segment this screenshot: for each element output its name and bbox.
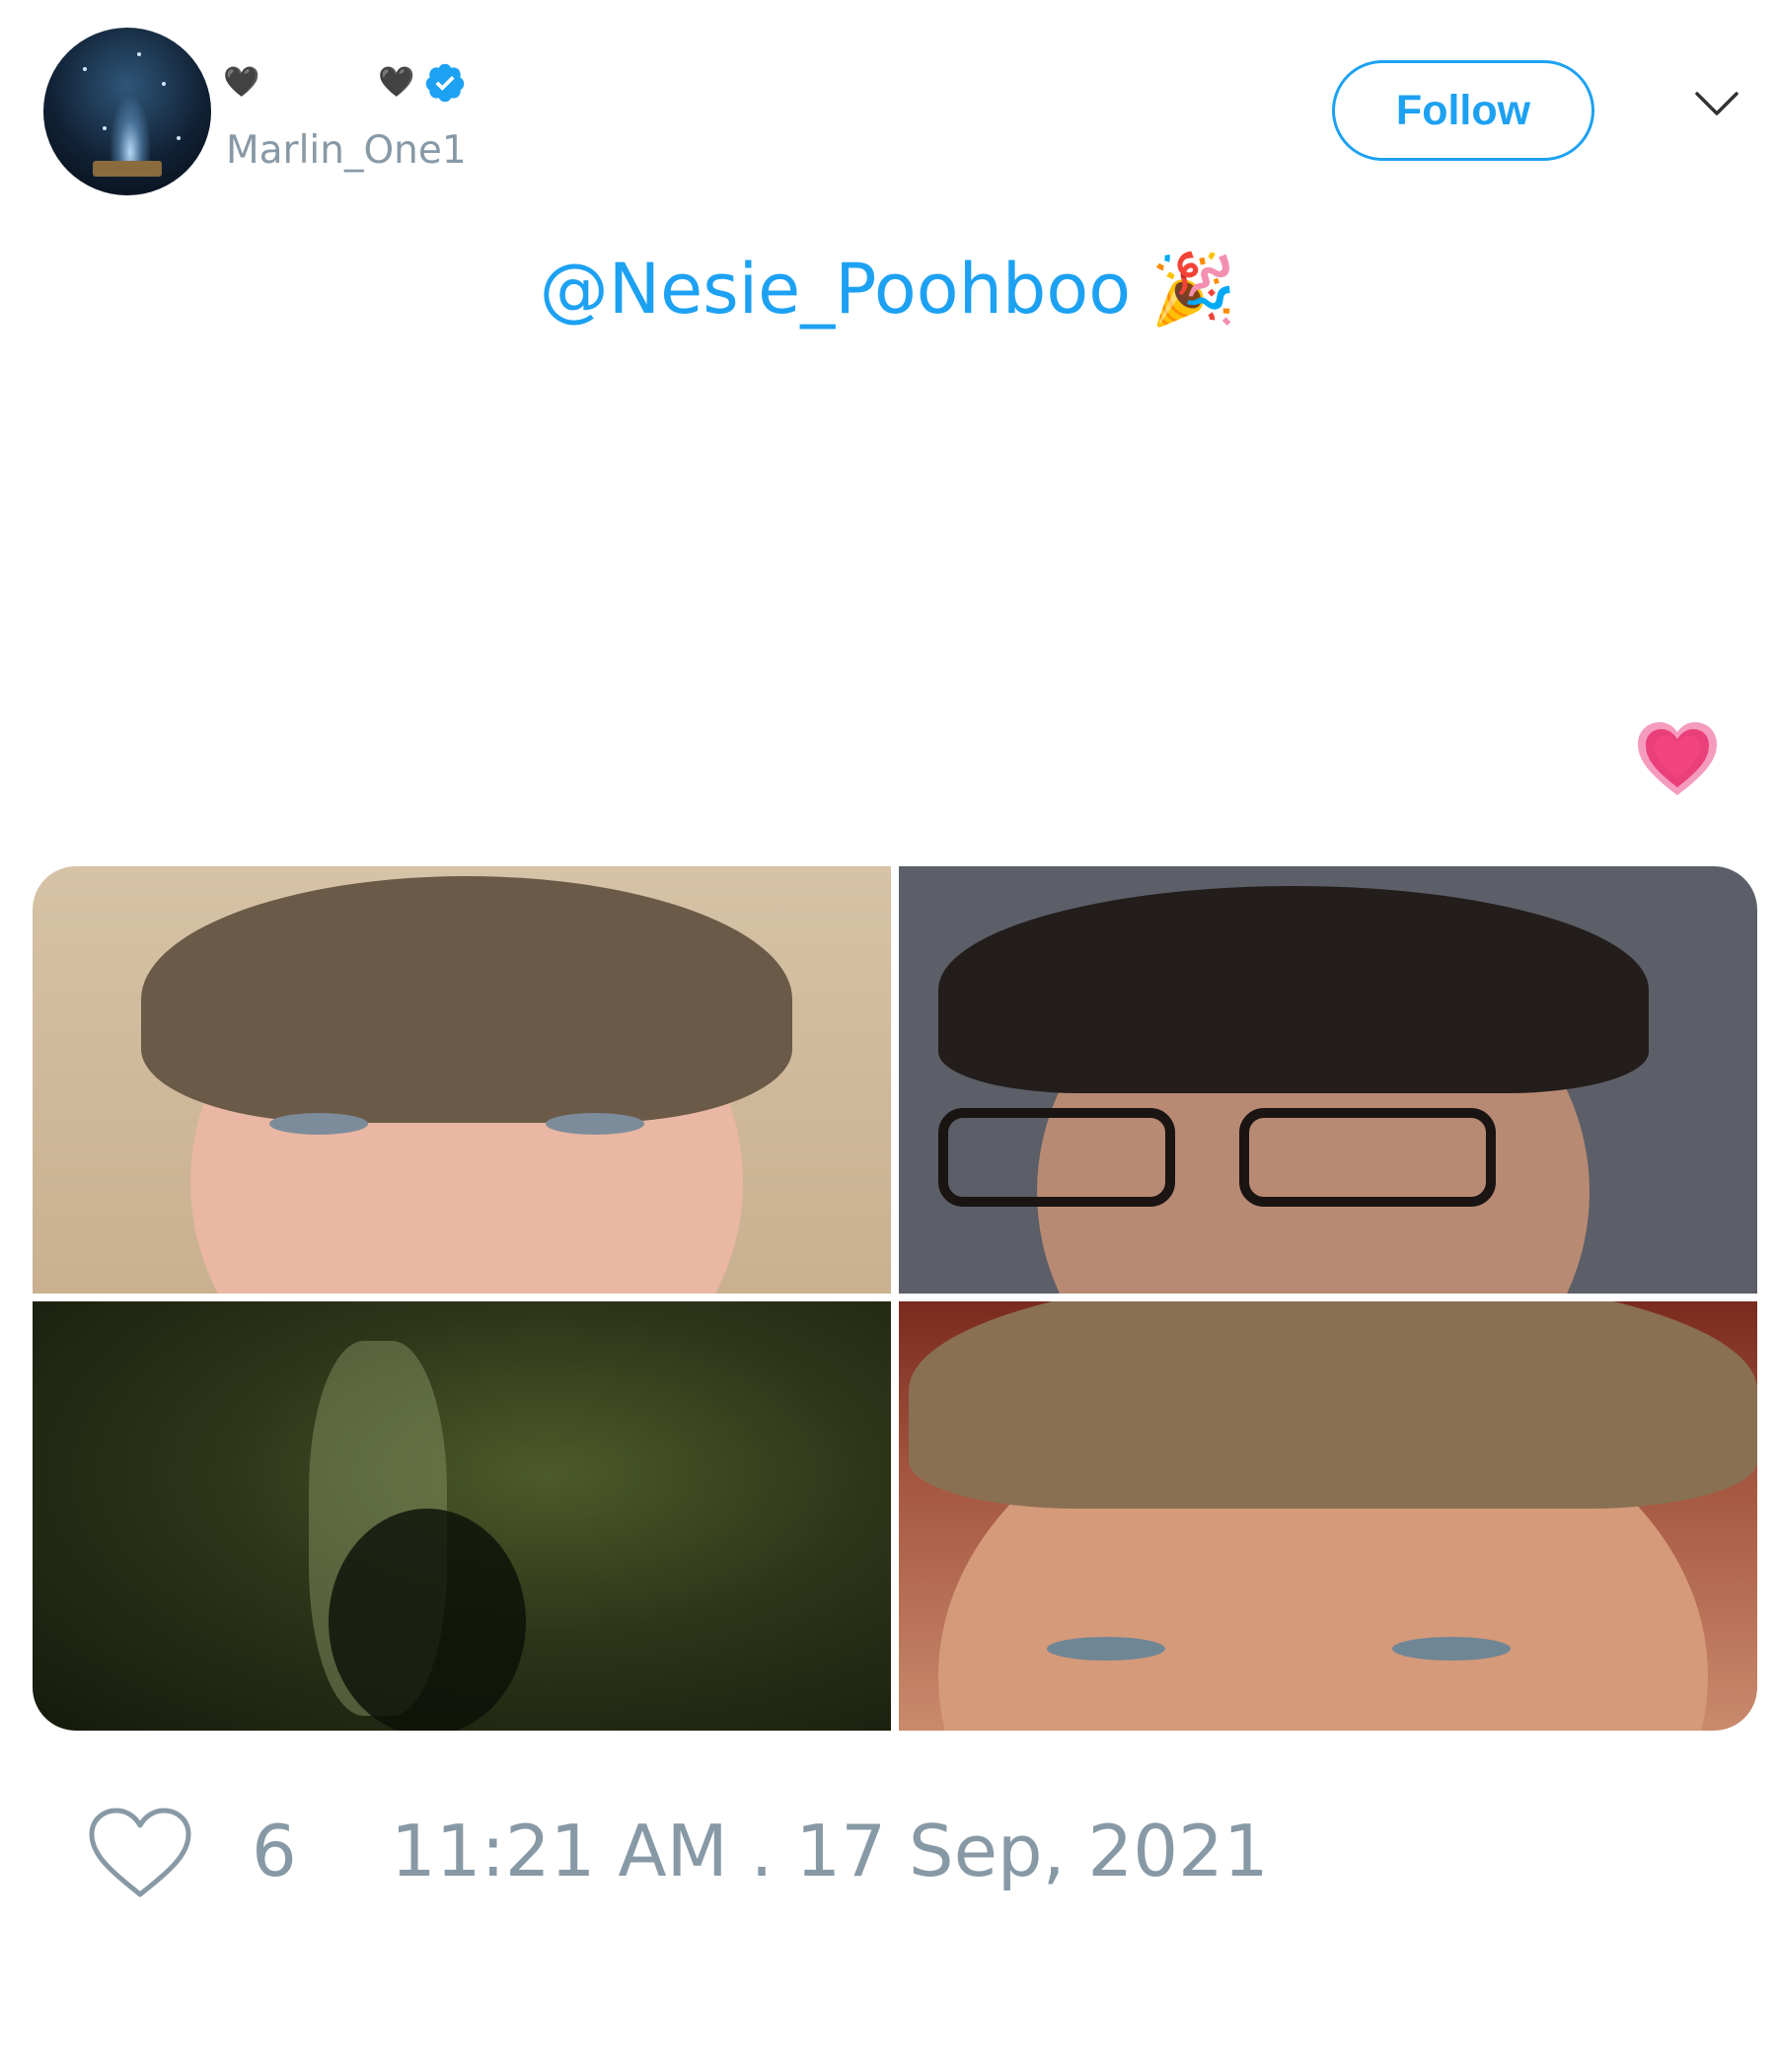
avatar-star [177,136,181,140]
photo-hair [909,1301,1757,1509]
photo-hair [938,886,1649,1093]
tweet-text: @Nesie_Poohboo 🎉 [0,249,1776,331]
follow-button[interactable]: Follow [1332,60,1594,161]
author-avatar[interactable] [43,28,211,195]
avatar-star [83,67,87,71]
chevron-down-icon[interactable] [1693,89,1740,118]
media-grid [33,866,1757,1731]
media-photo-1[interactable] [33,866,891,1294]
verified-badge-icon [425,63,464,103]
media-photo-4[interactable] [899,1301,1757,1731]
growing-heart-emoji [1638,722,1717,795]
photo-eye [1392,1637,1511,1661]
media-photo-3[interactable] [33,1301,891,1731]
photo-shadow [329,1509,526,1731]
author-display-name[interactable]: 🖤 🖤 [223,61,467,105]
avatar-book [93,161,162,177]
black-heart-emoji: 🖤 [223,65,260,100]
like-count: 6 [252,1810,297,1892]
mention-link[interactable]: @Nesie_Poohboo [540,249,1131,330]
photo-hair [141,876,792,1123]
photo-eye [269,1113,368,1135]
heart-outline-icon[interactable] [87,1806,193,1900]
black-heart-emoji: 🖤 [378,65,415,100]
photo-glasses [938,1108,1175,1207]
photo-glasses [1239,1108,1496,1207]
party-popper-emoji: 🎉 [1150,249,1237,330]
photo-eye [546,1113,644,1135]
photo-eye [1047,1637,1165,1661]
media-photo-2[interactable] [899,866,1757,1294]
avatar-star [137,52,141,56]
author-handle[interactable]: Marlin_One1 [226,128,467,173]
tweet-timestamp[interactable]: 11:21 AM . 17 Sep, 2021 [391,1810,1269,1892]
avatar-star [162,82,166,86]
avatar-star [103,126,107,130]
